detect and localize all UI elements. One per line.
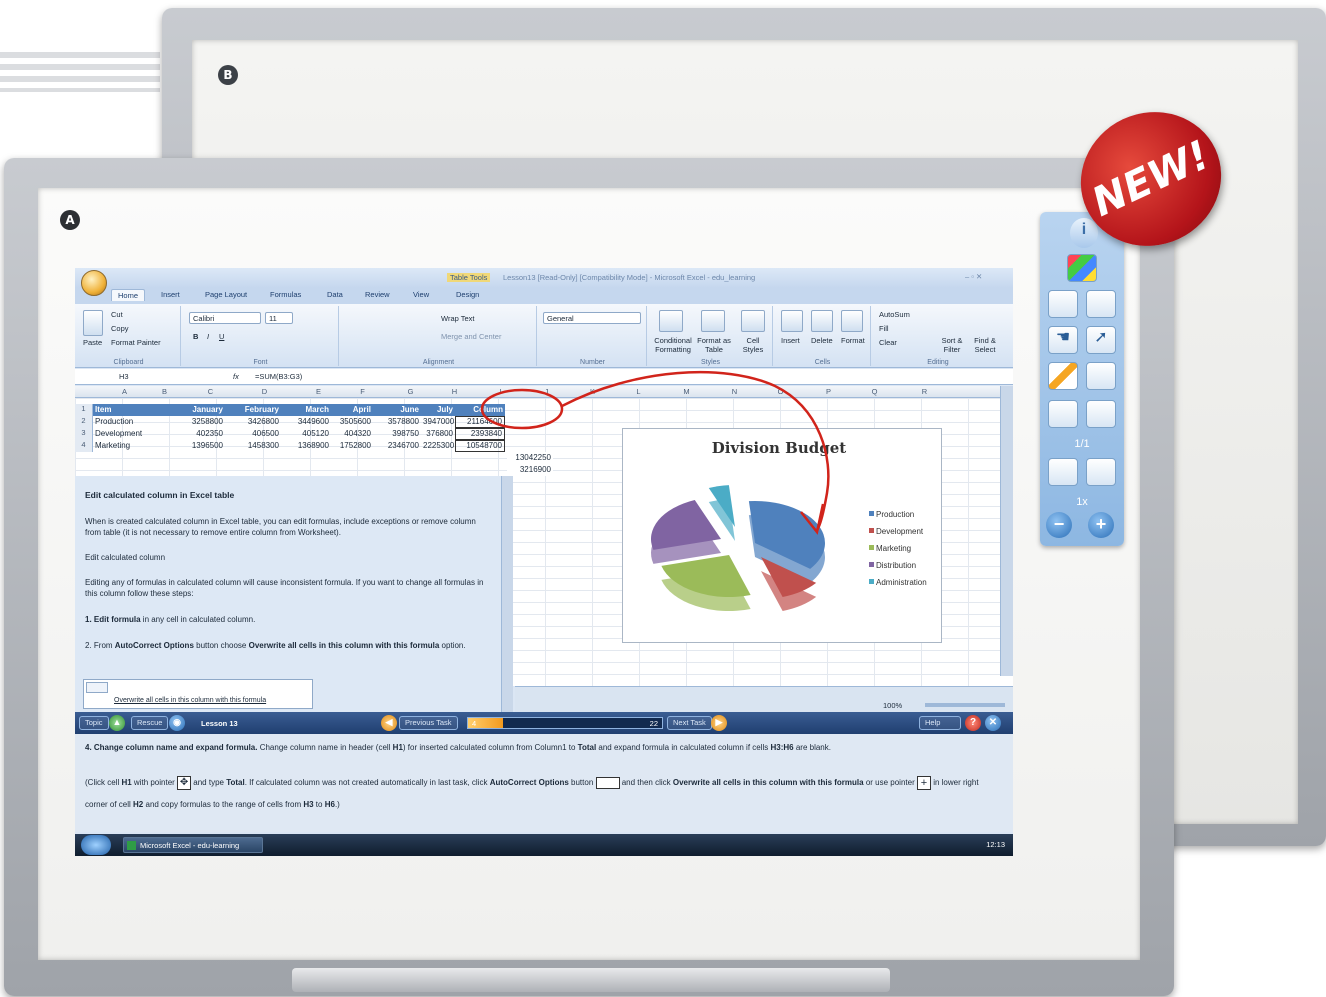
screen-icon[interactable] [1086,290,1116,318]
windows-icon[interactable] [1067,254,1097,282]
ink-arrow-head [800,503,825,535]
hand-icon[interactable]: ☚ [1048,326,1078,354]
ink-arrow-line [561,370,830,531]
floating-toolbar: i ☚ ➚ 1/1 1x − + [1040,212,1124,546]
ink-circle [480,388,564,430]
projected-screen: Table Tools Lesson13 [Read-Only] [Compat… [75,268,1013,856]
pen-icon[interactable] [1048,362,1078,390]
zoom-indicator: 1x [1076,496,1088,508]
info-icon[interactable]: i [1070,218,1098,248]
pointer-icon[interactable]: ➚ [1086,326,1116,354]
page-indicator: 1/1 [1074,438,1090,450]
ink-annotation [480,370,830,535]
new-page-icon[interactable] [1086,400,1116,428]
decorative-stripes [0,52,160,92]
zoom-out-icon[interactable]: − [1046,512,1072,538]
zoom-in-icon[interactable]: + [1088,512,1114,538]
window-icon[interactable] [1048,290,1078,318]
prev-page-icon[interactable] [1048,458,1078,486]
eraser-icon[interactable] [1086,362,1116,390]
next-page-icon[interactable] [1086,458,1116,486]
board-a-badge: A [60,210,80,230]
board-b-badge: B [218,65,238,85]
pen-tray [292,968,890,992]
capture-icon[interactable] [1048,400,1078,428]
